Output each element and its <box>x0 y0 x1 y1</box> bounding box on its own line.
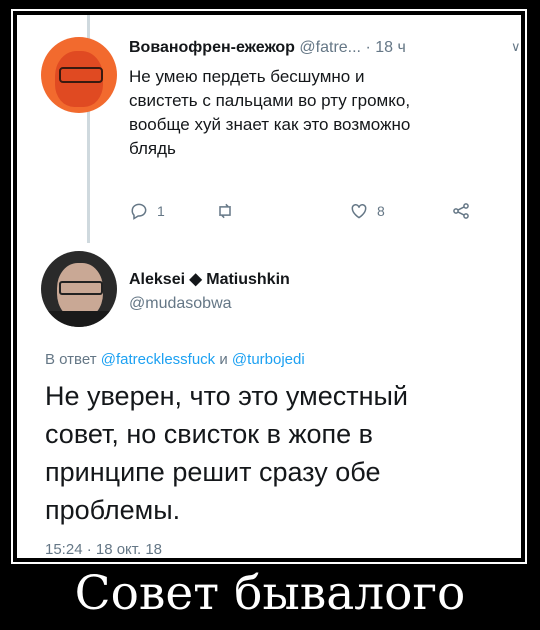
chevron-down-icon[interactable]: ∨ <box>511 39 521 55</box>
main-tweet[interactable]: Aleksei ◆ Matiushkin @mudasobwa В ответ … <box>17 245 521 558</box>
retweet-button[interactable] <box>215 201 235 221</box>
share-button[interactable] <box>451 201 471 221</box>
mention-link[interactable]: @turbojedi <box>232 351 305 368</box>
avatar-shirt <box>41 311 117 327</box>
avatar[interactable] <box>41 37 117 113</box>
share-icon <box>453 203 469 219</box>
reply-prefix: В ответ <box>45 351 97 368</box>
demotivator-caption: Совет бывалого <box>74 566 466 621</box>
demotivator-frame: Вованофрен-ежежор @fatre... · 18 ч ∨ Не … <box>11 9 527 564</box>
avatar-glasses <box>59 281 103 295</box>
reply-text: Не умею пердеть бесшумно и свистеть с па… <box>129 65 509 161</box>
tweet-text: Не уверен, что это уместный совет, но св… <box>45 377 515 529</box>
text-line: вообще хуй знает как это возможно <box>129 115 411 134</box>
like-count: 8 <box>377 203 385 219</box>
username[interactable]: @mudasobwa <box>129 295 232 313</box>
text-line: Не умею пердеть бесшумно и <box>129 67 365 86</box>
action-bar: 1 8 <box>129 201 489 225</box>
retweet-icon <box>219 203 231 219</box>
mention-link[interactable]: @fatrecklessfuck <box>101 351 215 368</box>
reply-header: Вованофрен-ежежор @fatre... · 18 ч ∨ <box>129 39 521 57</box>
text-line: свистеть с пальцами во рту громко, <box>129 91 411 110</box>
reply-count: 1 <box>157 203 165 219</box>
text-line: совет, но свисток в жопе в <box>45 419 374 449</box>
text-line: принципе решит сразу обе <box>45 457 381 487</box>
reply-tweet[interactable]: Вованофрен-ежежор @fatre... · 18 ч ∨ Не … <box>17 15 521 245</box>
text-line: проблемы. <box>45 495 181 525</box>
reply-icon <box>131 203 147 220</box>
display-name[interactable]: Вованофрен-ежежор <box>129 39 295 56</box>
username[interactable]: @fatre... <box>299 39 361 56</box>
tweet-card: Вованофрен-ежежор @fatre... · 18 ч ∨ Не … <box>17 15 521 558</box>
reply-button[interactable]: 1 <box>129 201 165 221</box>
heart-icon <box>351 203 367 219</box>
timestamp: · 18 ч <box>365 39 406 56</box>
reply-context: В ответ @fatrecklessfuck и @turbojedi <box>45 351 305 368</box>
text-line: блядь <box>129 139 176 158</box>
reply-conjunction: и <box>219 351 228 368</box>
tweet-date[interactable]: 15:24 · 18 окт. 18 <box>45 541 162 558</box>
avatar[interactable] <box>41 251 117 327</box>
avatar-glasses <box>59 67 103 83</box>
display-name[interactable]: Aleksei ◆ Matiushkin <box>129 269 290 289</box>
text-line: Не уверен, что это уместный <box>45 381 408 411</box>
like-button[interactable]: 8 <box>349 201 385 221</box>
